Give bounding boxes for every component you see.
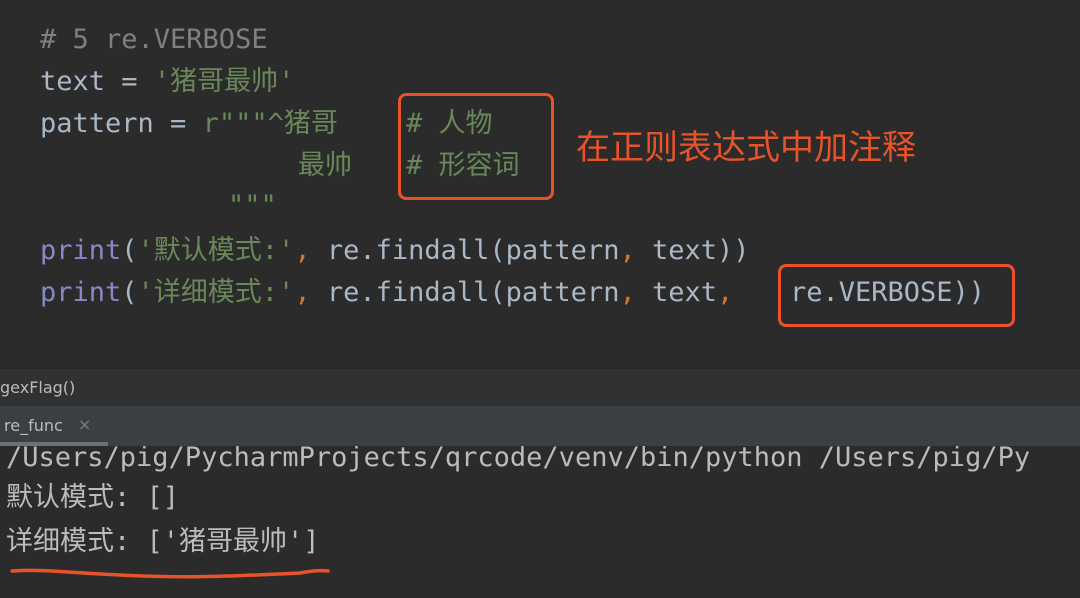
paren: ( [121,235,138,266]
builtin-print: print [40,277,122,308]
console-output-verbose: 详细模式: ['猪哥最帅'] [6,526,320,557]
comma: , [619,277,636,308]
code-editor[interactable]: # 5 re.VERBOSE text = '猪哥最帅' pattern = r… [0,0,1080,368]
console-output-default: 默认模式: [] [6,482,180,513]
variable-text: text [40,66,106,97]
comma: , [619,235,636,266]
operator-eq: = [105,66,154,97]
operator-eq: = [153,108,203,139]
call-findall: re.findall(pattern [310,235,620,266]
code-line-text: text = '猪哥最帅' [40,62,294,102]
breadcrumb-bar: gexFlag() [0,370,1080,406]
highlight-box-comments [398,93,554,200]
paren: ( [121,277,138,308]
variable-pattern: pattern [40,108,154,139]
code-line-print-verbose: print('详细模式:', re.findall(pattern, text, [40,273,733,313]
run-tab-bar: re_func × [0,406,1080,446]
tab-re-func[interactable]: re_func × [0,406,108,446]
comma: , [294,277,311,308]
breadcrumb[interactable]: gexFlag() [0,378,75,397]
close-icon[interactable]: × [78,415,91,434]
code-line-comment: # 5 re.VERBOSE [40,24,268,55]
highlight-box-verbose-flag [778,264,1015,327]
call-findall: re.findall(pattern [310,277,620,308]
annotation-label: 在正则表达式中加注释 [576,128,916,168]
string-pattern-close: """ [228,190,277,221]
string-pattern-start: r"""^猪哥 [202,108,403,139]
code-line-print-default: print('默认模式:', re.findall(pattern, text)… [40,231,750,271]
tab-label: re_func [4,416,63,435]
paren-close: )) [717,235,750,266]
comma: , [294,235,311,266]
hand-drawn-underline [10,568,330,579]
code-line-pattern: pattern = r"""^猪哥 [40,104,403,144]
arg-text: text [635,277,717,308]
builtin-print: print [40,235,122,266]
string-label-default: '默认模式:' [137,235,295,266]
arg-text: text [635,235,717,266]
string-label-verbose: '详细模式:' [137,277,295,308]
underline-stroke [10,568,330,579]
comma: , [717,277,734,308]
console-command: /Users/pig/PycharmProjects/qrcode/venv/b… [6,446,1031,473]
string-text-value: '猪哥最帅' [153,66,295,97]
